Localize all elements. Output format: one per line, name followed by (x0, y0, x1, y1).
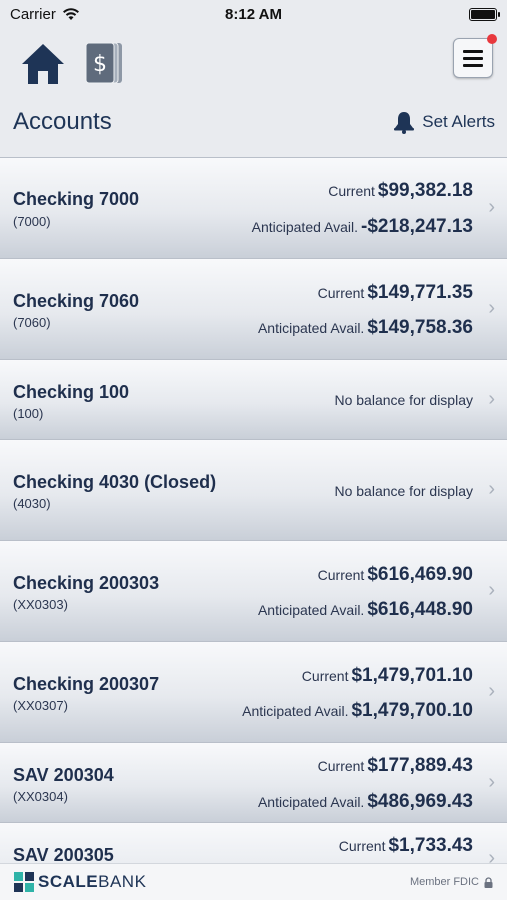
account-name: SAV 200304 (13, 765, 114, 785)
bell-icon (394, 112, 415, 134)
chevron-right-icon: › (488, 196, 495, 218)
heading-row: Accounts Set Alerts (0, 104, 507, 144)
logo-mark-icon (14, 872, 34, 892)
account-number: (4030) (13, 496, 51, 511)
current-balance: Current $1,479,701.10 (301, 665, 473, 686)
account-number: (7060) (13, 315, 51, 330)
top-bar: $ (0, 34, 507, 92)
home-icon[interactable] (20, 42, 66, 86)
account-number: (XX0304) (13, 789, 68, 804)
account-row[interactable]: Checking 7000 (7000) Current $99,382.18 … (0, 157, 507, 258)
chevron-right-icon: › (488, 680, 495, 702)
svg-text:$: $ (93, 52, 107, 77)
account-name: Checking 7060 (13, 291, 140, 311)
status-bar: Carrier 8:12 AM (0, 0, 507, 28)
account-name: Checking 100 (13, 382, 130, 402)
anticipated-balance: Anticipated Avail. $149,758.36 (257, 317, 473, 338)
chevron-right-icon: › (488, 579, 495, 601)
account-row[interactable]: Checking 200307 (XX0307) Current $1,479,… (0, 641, 507, 742)
member-fdic: Member FDIC (410, 876, 493, 888)
wifi-icon (62, 8, 79, 20)
anticipated-balance: Anticipated Avail. $1,479,700.10 (242, 700, 473, 721)
account-row[interactable]: Checking 100 (100) No balance for displa… (0, 359, 507, 439)
current-balance: Current $99,382.18 (328, 180, 473, 201)
dollar-card-icon[interactable]: $ (84, 40, 124, 86)
account-list: Checking 7000 (7000) Current $99,382.18 … (0, 157, 507, 900)
account-row[interactable]: Checking 200303 (XX0303) Current $616,46… (0, 540, 507, 641)
lock-icon (484, 876, 493, 888)
chevron-right-icon: › (488, 478, 495, 500)
footer: SCALEBANK Member FDIC (0, 863, 507, 900)
account-name: Checking 200303 (13, 573, 160, 593)
notification-dot (487, 34, 497, 44)
account-name: Checking 7000 (13, 189, 140, 209)
no-balance-text: No balance for display (334, 392, 473, 408)
current-balance: Current $1,733.43 (338, 835, 473, 856)
carrier-label: Carrier (10, 5, 56, 23)
account-name: Checking 200307 (13, 674, 160, 694)
status-time: 8:12 AM (225, 5, 282, 23)
account-number: (XX0307) (13, 698, 68, 713)
set-alerts-label: Set Alerts (422, 112, 495, 131)
menu-button[interactable] (453, 34, 497, 78)
chevron-right-icon: › (488, 771, 495, 793)
anticipated-balance: Anticipated Avail. $486,969.43 (257, 791, 473, 812)
page-title: Accounts (13, 108, 112, 135)
current-balance: Current $616,469.90 (317, 564, 473, 585)
account-row[interactable]: Checking 7060 (7060) Current $149,771.35… (0, 258, 507, 359)
account-number: (100) (13, 406, 44, 421)
no-balance-text: No balance for display (334, 483, 473, 499)
current-balance: Current $177,889.43 (317, 755, 473, 776)
account-row[interactable]: SAV 200304 (XX0304) Current $177,889.43 … (0, 742, 507, 822)
hamburger-menu-icon (463, 49, 483, 53)
scalebank-logo: SCALEBANK (14, 872, 146, 892)
account-name: Checking 4030 (Closed) (13, 472, 217, 492)
anticipated-balance: Anticipated Avail. -$218,247.13 (251, 216, 473, 237)
account-number: (7000) (13, 214, 51, 229)
set-alerts-button[interactable]: Set Alerts (392, 110, 495, 134)
current-balance: Current $149,771.35 (317, 282, 473, 303)
account-row[interactable]: Checking 4030 (Closed) (4030) No balance… (0, 439, 507, 540)
anticipated-balance: Anticipated Avail. $616,448.90 (257, 599, 473, 620)
chevron-right-icon: › (488, 388, 495, 410)
battery-icon (469, 7, 500, 21)
chevron-right-icon: › (488, 297, 495, 319)
account-number: (XX0303) (13, 597, 68, 612)
